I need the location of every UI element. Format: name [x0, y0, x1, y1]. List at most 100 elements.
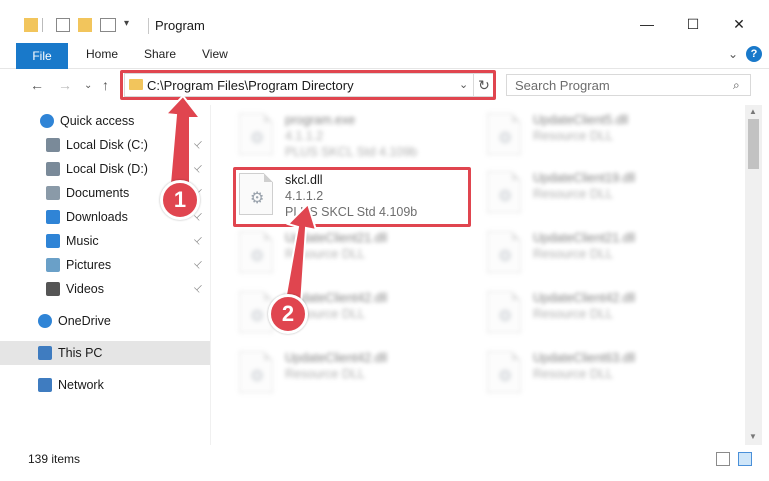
documents-icon — [46, 186, 60, 200]
maximize-button[interactable]: ☐ — [670, 8, 716, 40]
up-icon[interactable]: ↑ — [102, 77, 109, 93]
network-icon — [38, 378, 52, 392]
dll-icon: ⚙ — [487, 113, 521, 155]
file-detail: Resource DLL — [285, 247, 365, 261]
minimize-button[interactable]: — — [624, 8, 670, 40]
file-detail: PLUS SKCL Std 4.109b — [285, 145, 418, 159]
sidebar-item-label: Downloads — [66, 210, 128, 224]
dll-icon: ⚙ — [487, 171, 521, 213]
sidebar-item[interactable]: This PC — [0, 341, 210, 365]
sidebar-item[interactable]: Local Disk (D:) ⊥ — [0, 157, 210, 181]
sidebar-scrollbar[interactable] — [210, 105, 211, 445]
help-icon[interactable]: ? — [746, 46, 762, 62]
dll-icon: ⚙ — [239, 351, 273, 393]
scroll-down-icon[interactable]: ▼ — [749, 432, 757, 441]
file-detail: Resource DLL — [533, 307, 613, 321]
file-name: program.exe — [285, 113, 356, 127]
gear-icon: ⚙ — [250, 248, 265, 265]
search-input[interactable] — [515, 77, 725, 93]
gear-icon: ⚙ — [498, 188, 513, 205]
music-icon — [46, 234, 60, 248]
sidebar-item[interactable]: Pictures ⊥ — [0, 253, 210, 277]
step-badge-2: 2 — [268, 294, 308, 334]
tab-share[interactable]: Share — [144, 47, 176, 61]
pictures-icon — [46, 258, 60, 272]
file-list: ⚙ program.exe 4.1.1.2 PLUS SKCL Std 4.109b ⚙… — [215, 105, 745, 445]
file-item[interactable]: ⚙ UpdateClient21.dll Resource DLL — [235, 229, 475, 285]
file-detail: 4.1.1.2 — [285, 129, 324, 143]
scroll-up-icon[interactable]: ▲ — [749, 107, 757, 116]
dll-icon: ⚙ — [487, 231, 521, 273]
file-item[interactable]: ⚙ UpdateClient63.dll Resource DLL — [483, 349, 723, 405]
pin-icon: ⊥ — [191, 161, 206, 176]
computer-icon — [38, 346, 52, 360]
videos-icon — [46, 282, 60, 296]
file-item[interactable]: ⚙ UpdateClient19.dll Resource DLL — [483, 169, 723, 225]
file-name: UpdateClient21.dll — [285, 231, 388, 245]
file-detail: Resource DLL — [533, 129, 613, 143]
recent-locations-icon[interactable]: ⌄ — [84, 80, 92, 91]
gear-icon: ⚙ — [498, 130, 513, 147]
ribbon-collapse-icon[interactable]: ⌄ — [728, 47, 738, 61]
back-icon[interactable]: ← — [30, 77, 44, 93]
pin-icon: ⊥ — [191, 233, 206, 248]
sidebar-item-label: Quick access — [60, 114, 135, 128]
search-box[interactable]: ⌕ — [506, 74, 751, 96]
sidebar-item-label: Local Disk (C:) — [66, 138, 148, 152]
window-title: Program — [155, 18, 205, 33]
quick-access-dropdown-icon[interactable]: ▾ — [124, 18, 134, 32]
title-separator — [148, 18, 149, 34]
search-icon: ⌕ — [733, 78, 740, 92]
file-item[interactable]: ⚙ program.exe 4.1.1.2 PLUS SKCL Std 4.109b — [235, 111, 475, 167]
separator — [42, 18, 43, 32]
sidebar-item-label: Videos — [66, 282, 104, 296]
sidebar-item-label: Local Disk (D:) — [66, 162, 148, 176]
file-highlight — [233, 167, 471, 227]
forward-icon[interactable]: → — [58, 77, 72, 93]
tiles-view-icon[interactable] — [738, 452, 752, 466]
status-bar: 139 items — [0, 445, 769, 481]
sidebar-item[interactable]: Music ⊥ — [0, 229, 210, 253]
file-name: UpdateClient42.dll — [285, 351, 388, 365]
file-name: UpdateClient63.dll — [533, 351, 636, 365]
customize-icon[interactable] — [100, 18, 116, 32]
sidebar-item[interactable]: Quick access — [0, 109, 210, 133]
gear-icon: ⚙ — [498, 368, 513, 385]
pin-icon: ⊥ — [191, 257, 206, 272]
close-button[interactable]: ✕ — [716, 8, 762, 40]
details-view-icon[interactable] — [716, 452, 730, 466]
step-badge-1: 1 — [160, 180, 200, 220]
gear-icon: ⚙ — [498, 248, 513, 265]
title-bar: ▾ Program — ☐ ✕ — [0, 0, 769, 41]
dll-icon: ⚙ — [487, 351, 521, 393]
file-item[interactable]: ⚙ UpdateClient5.dll Resource DLL — [483, 111, 723, 167]
sidebar-item[interactable]: Local Disk (C:) ⊥ — [0, 133, 210, 157]
tab-file[interactable]: File — [16, 43, 68, 69]
sidebar-item[interactable]: OneDrive — [0, 309, 210, 333]
tab-view[interactable]: View — [202, 47, 228, 61]
item-count: 139 items — [28, 452, 81, 466]
scroll-thumb[interactable] — [748, 119, 759, 169]
file-item[interactable]: ⚙ UpdateClient42.dll Resource DLL — [483, 289, 723, 345]
file-item[interactable]: ⚙ UpdateClient21.dll Resource DLL — [483, 229, 723, 285]
file-name: UpdateClient42.dll — [533, 291, 636, 305]
file-detail: Resource DLL — [533, 367, 613, 381]
file-item[interactable]: ⚙ UpdateClient42.dll Resource DLL — [235, 349, 475, 405]
file-name: UpdateClient5.dll — [533, 113, 629, 127]
file-detail: Resource DLL — [533, 187, 613, 201]
pin-icon: ⊥ — [191, 281, 206, 296]
cloud-icon — [38, 314, 52, 328]
sidebar-item[interactable]: Videos ⊥ — [0, 277, 210, 301]
sidebar-item[interactable]: Network — [0, 373, 210, 397]
sidebar-item-label: This PC — [58, 346, 103, 360]
content-scrollbar[interactable]: ▲ ▼ — [745, 105, 762, 445]
tab-home[interactable]: Home — [86, 47, 118, 61]
properties-icon[interactable] — [56, 18, 70, 32]
file-name: UpdateClient19.dll — [533, 171, 636, 185]
new-folder-icon[interactable] — [78, 18, 92, 32]
dll-icon: ⚙ — [239, 231, 273, 273]
drive-icon — [46, 162, 60, 176]
gear-icon: ⚙ — [498, 308, 513, 325]
sidebar-item-label: Network — [58, 378, 104, 392]
address-highlight — [120, 70, 496, 100]
